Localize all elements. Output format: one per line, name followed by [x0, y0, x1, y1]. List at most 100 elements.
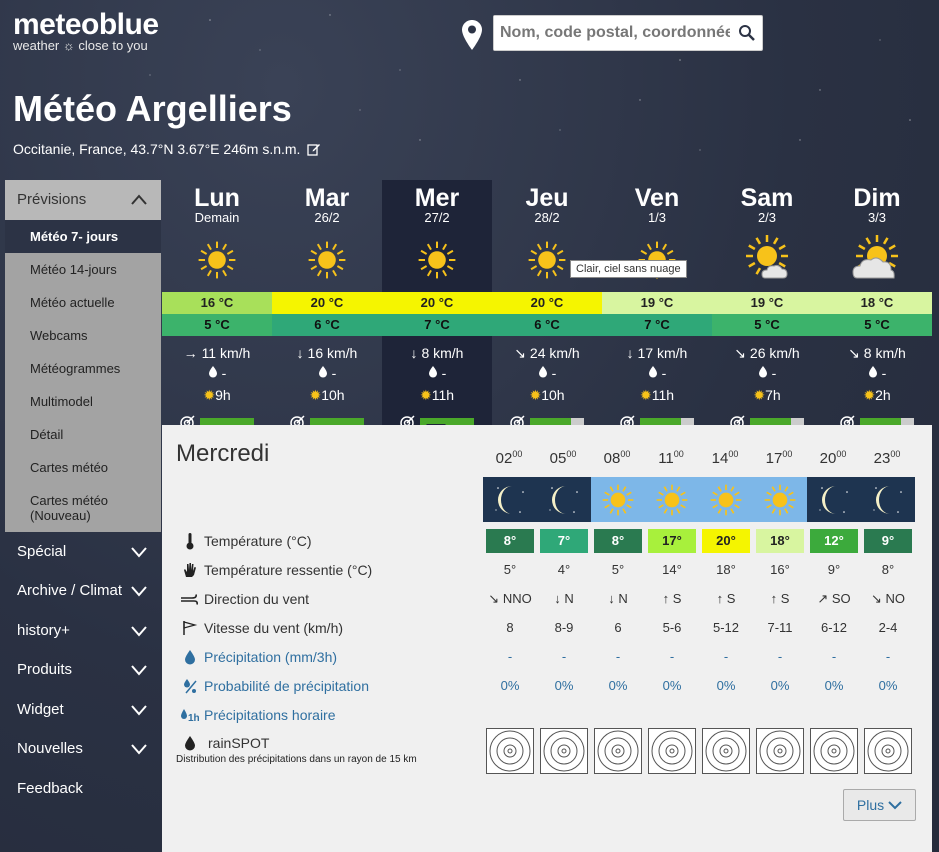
wind: ↘ 24 km/h	[492, 345, 602, 365]
rainspot-grid-icon	[486, 728, 534, 774]
day-column-ven[interactable]: Ven 1/3 19 °C 7 °C ↓ 17 km/h - ✹11h	[602, 180, 712, 430]
hour: 23	[873, 450, 891, 467]
day-date: 2/3	[757, 210, 777, 225]
sidebar-widget[interactable]: Widget	[0, 690, 161, 730]
sun-icon	[710, 484, 742, 515]
precipitation: -	[492, 365, 602, 387]
sidebar-item-label: Multimodel	[30, 393, 93, 409]
precipitation-value: -	[777, 649, 783, 664]
search-input[interactable]	[494, 16, 730, 50]
day-date: 26/2	[314, 210, 340, 225]
day-name: Lun	[194, 184, 240, 212]
raindrop-icon	[208, 365, 218, 381]
chevron-down-icon	[131, 546, 147, 558]
minutes: 00	[620, 449, 631, 459]
day-column-jeu[interactable]: Jeu 28/2 20 °C 6 °C ↘ 24 km/h - ✹10h	[492, 180, 602, 430]
sidebar-feedback[interactable]: Feedback	[0, 769, 161, 809]
sidebar-item-meteo-14-jours[interactable]: Météo 14-jours	[5, 253, 161, 286]
rainspot-map[interactable]	[699, 728, 753, 774]
probability-value: 0%	[716, 678, 736, 693]
day-column-mer[interactable]: Mer 27/2 20 °C 7 °C ↓ 8 km/h - ✹11h	[382, 180, 492, 430]
rainspot-map[interactable]	[753, 728, 807, 774]
day-column-mar[interactable]: Mar 26/2 20 °C 6 °C ↓ 16 km/h - ✹10h	[272, 180, 382, 430]
min-temperature: 7 °C	[382, 314, 492, 336]
sidebar-item-meteo-7-jours[interactable]: Météo 7- jours	[5, 219, 161, 253]
row-label: Température (°C)	[176, 532, 483, 550]
rainspot-map[interactable]	[861, 728, 915, 774]
precipitation-value: -	[885, 649, 891, 664]
precip-value: -	[441, 365, 447, 381]
hourly-icons	[483, 477, 915, 522]
rainspot-map[interactable]	[537, 728, 591, 774]
wind-speed: 16 km/h	[307, 345, 358, 361]
search-box[interactable]	[493, 15, 763, 51]
row-wind-speed: Vitesse du vent (km/h) 8 8-9 6 5-6 5-12 7-11 6…	[176, 613, 932, 642]
rainspot-map[interactable]	[483, 728, 537, 774]
hour: 14	[711, 450, 729, 467]
more-button[interactable]: Plus	[843, 789, 916, 821]
wind-direction-text: S	[780, 590, 790, 606]
row-label[interactable]: Probabilité de précipitation	[176, 678, 483, 694]
weather-icon	[382, 228, 492, 292]
hourly-icon-cell	[591, 477, 645, 522]
sidebar-item-cartes-meteo[interactable]: Cartes météo	[5, 451, 161, 484]
wind-speed: 17 km/h	[637, 345, 688, 361]
row-felt-temperature: Température ressentie (°C) 5° 4° 5° 14° 18° 1…	[176, 555, 932, 584]
sidebar-item-label: Météo actuelle	[30, 294, 115, 310]
felt-value: 5°	[503, 562, 517, 577]
search-icon[interactable]	[738, 24, 756, 42]
felt-value: 9°	[827, 562, 841, 577]
location-text: Occitanie, France, 43.7°N 3.67°E 246m s.…	[13, 141, 301, 157]
sidebar-archive-climat[interactable]: Archive / Climat	[0, 571, 161, 611]
rainspot-map[interactable]	[807, 728, 861, 774]
sidebar-history-plus[interactable]: history+	[0, 611, 161, 651]
day-column-dim[interactable]: Dim 3/3 18 °C 5 °C ↘ 8 km/h - ✹2h	[822, 180, 932, 430]
rainspot-maps	[483, 728, 915, 774]
day-column-lun[interactable]: Lun Demain 16 °C 5 °C → 11 km/h - ✹9h	[162, 180, 272, 430]
hand-icon	[184, 562, 196, 577]
hour-label: 1100	[644, 449, 698, 467]
wind-speed: 8 km/h	[421, 345, 464, 361]
sidebar-previsions[interactable]: Prévisions	[5, 180, 161, 220]
sidebar-nouvelles[interactable]: Nouvelles	[0, 729, 161, 769]
wind_speed-value: 7-11	[767, 620, 793, 635]
min-temperature: 5 °C	[822, 314, 932, 336]
moon-icon-tile	[483, 477, 537, 522]
edit-icon[interactable]	[307, 142, 321, 156]
location-pin-icon[interactable]	[461, 19, 483, 51]
sidebar-item-webcams[interactable]: Webcams	[5, 319, 161, 352]
day-date: 3/3	[867, 210, 887, 225]
row-probability: Probabilité de précipitation 0% 0% 0% 0% 0% 0…	[176, 671, 932, 700]
wind_speed-value: 8-9	[554, 620, 574, 635]
precipitation-value: -	[831, 649, 837, 664]
sidebar-produits[interactable]: Produits	[0, 650, 161, 690]
logo-tagline: weather ☼ close to you	[13, 38, 148, 53]
row-label[interactable]: Précipitation (mm/3h)	[176, 649, 483, 665]
meteoblue-logo[interactable]: meteoblue weather ☼ close to you	[13, 10, 159, 53]
wind: ↓ 17 km/h	[602, 345, 712, 365]
sunshine: ✹10h	[272, 387, 382, 407]
wind-arrow-icon: ↘	[734, 345, 747, 361]
row-label[interactable]: 1h Précipitations horaire	[176, 707, 483, 723]
rainspot-map[interactable]	[591, 728, 645, 774]
cloud-sun-icon	[852, 235, 898, 279]
logo-name: meteoblue	[13, 8, 159, 41]
day-name: Sam	[740, 184, 794, 212]
sidebar-special[interactable]: Spécial	[0, 532, 161, 572]
rainspot-map[interactable]	[645, 728, 699, 774]
label-text: Vitesse du vent (km/h)	[204, 619, 344, 636]
sidebar-item-detail[interactable]: Détail	[5, 418, 161, 451]
label-text: Température ressentie (°C)	[204, 561, 373, 578]
felt-value: 14°	[662, 562, 682, 577]
day-column-sam[interactable]: Sam 2/3 19 °C 5 °C ↘ 26 km/h - ✹7h	[712, 180, 822, 430]
sidebar-item-cartes-meteo-nouveau[interactable]: Cartes météo (Nouveau)	[5, 484, 161, 532]
rainspot-grid-icon	[648, 728, 696, 774]
wind-direction-text: SO	[831, 590, 851, 606]
rainspot-grid-icon	[540, 728, 588, 774]
sidebar-item-meteo-actuelle[interactable]: Météo actuelle	[5, 286, 161, 319]
minutes: 00	[566, 449, 577, 459]
sidebar-item-multimodel[interactable]: Multimodel	[5, 385, 161, 418]
sidebar-item-meteogrammes[interactable]: Météogrammes	[5, 352, 161, 385]
moon-icon	[549, 485, 578, 514]
chevron-down-icon	[131, 586, 147, 597]
